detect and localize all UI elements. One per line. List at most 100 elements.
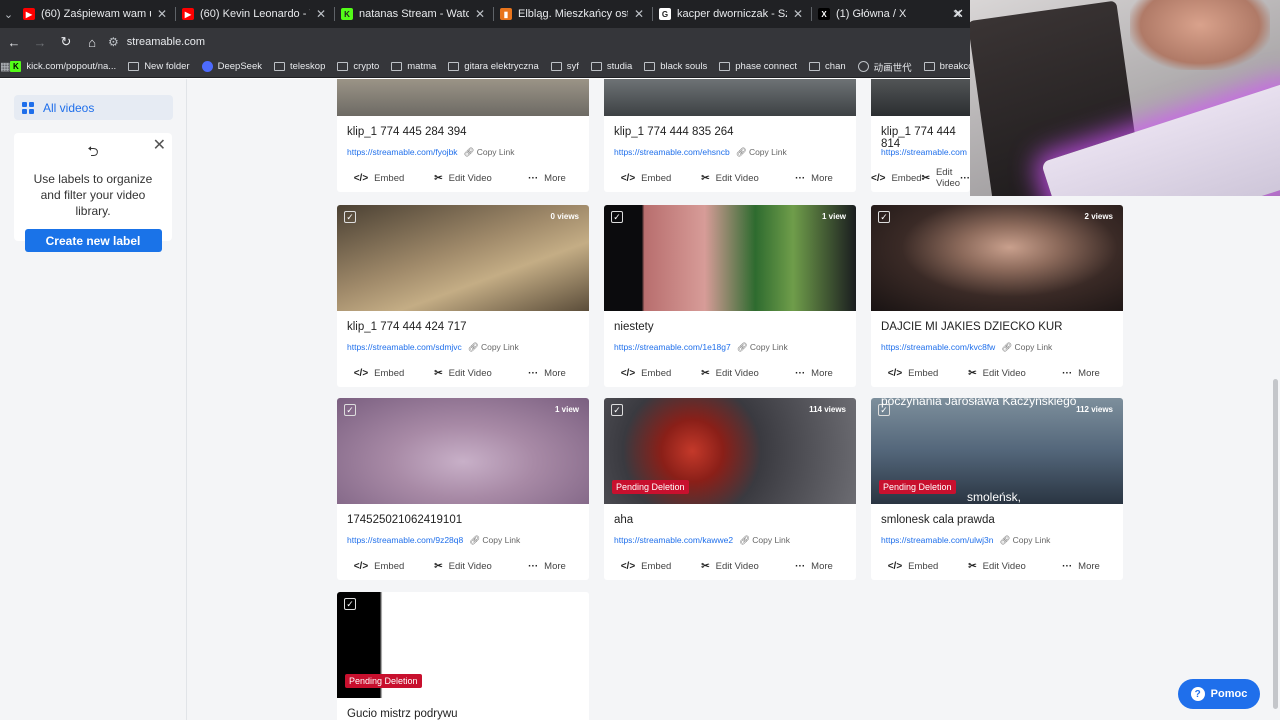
forward-icon[interactable]: → (28, 30, 52, 54)
window-close-icon[interactable]: ✕ (953, 6, 964, 22)
bookmark-item[interactable]: gitara elektryczna (448, 61, 539, 72)
apps-icon[interactable]: ▦ (0, 60, 10, 73)
bookmark-item[interactable]: black souls (644, 61, 707, 72)
select-checkbox[interactable]: ✓ (611, 404, 623, 416)
video-title[interactable]: aha (604, 504, 856, 533)
edit-video-button[interactable]: ✂ Edit Video (922, 167, 961, 189)
video-card[interactable]: ✓ 1 view niestety https://streamable.com/1e… (604, 205, 856, 387)
video-title[interactable]: klip_1 774 444 835 264 (604, 116, 856, 145)
tab-close-icon[interactable]: ✕ (632, 7, 646, 21)
video-card[interactable]: ✓ 114 views Pending Deletion aha https://str… (604, 398, 856, 580)
select-checkbox[interactable]: ✓ (611, 211, 623, 223)
video-thumbnail[interactable] (337, 79, 589, 116)
video-thumbnail[interactable] (604, 79, 856, 116)
copy-link-button[interactable]: 🔗︎ Copy Link (1001, 342, 1052, 353)
create-label-button[interactable]: Create new label (24, 229, 162, 252)
more-button[interactable]: ··· More (505, 561, 589, 572)
embed-button[interactable]: </> Embed (337, 561, 421, 572)
close-icon[interactable]: ✕ (153, 135, 166, 155)
more-button[interactable]: ··· More (772, 368, 856, 379)
page-scrollbar[interactable] (1273, 379, 1278, 709)
video-card[interactable]: ✓ 112 views Pending Deletion smoleńsk, poczy… (871, 398, 1123, 580)
address-bar[interactable]: ⚙ streamable.com (108, 31, 962, 53)
video-title[interactable]: klip_1 774 444 814 (871, 116, 970, 150)
embed-button[interactable]: </> Embed (871, 561, 955, 572)
reload-icon[interactable]: ↻ (54, 30, 78, 54)
more-button[interactable]: ··· More (772, 561, 856, 572)
copy-link-button[interactable]: 🔗︎ Copy Link (739, 535, 790, 546)
video-card[interactable]: klip_1 774 445 284 394 https://streamable… (337, 79, 589, 192)
select-checkbox[interactable]: ✓ (344, 211, 356, 223)
tab-close-icon[interactable]: ✕ (155, 7, 169, 21)
embed-button[interactable]: </> Embed (604, 173, 688, 184)
embed-button[interactable]: </> Embed (604, 368, 688, 379)
embed-button[interactable]: </> Embed (337, 368, 421, 379)
browser-tab[interactable]: ▶ (60) Zaśpiewam wam utwór Bu ✕ (17, 0, 175, 28)
copy-link-button[interactable]: 🔗︎ Copy Link (464, 147, 515, 158)
browser-tab[interactable]: ▮ Elbląg. Mieszkańcy ostrzegają p ✕ (494, 0, 652, 28)
video-url[interactable]: https://streamable.com/1e18g7 (614, 342, 731, 352)
video-card[interactable]: ✓ 2 views DAJCIE MI JAKIES DZIECKO KUR http… (871, 205, 1123, 387)
edit-video-button[interactable]: ✂ Edit Video (955, 561, 1039, 572)
back-icon[interactable]: ← (2, 30, 26, 54)
embed-button[interactable]: </> Embed (337, 173, 421, 184)
video-title[interactable]: niestety (604, 311, 856, 340)
bookmark-item[interactable]: 动画世代 (857, 60, 912, 74)
video-url[interactable]: https://streamable.com/9z28q8 (347, 535, 463, 545)
embed-button[interactable]: </> Embed (604, 561, 688, 572)
edit-video-button[interactable]: ✂ Edit Video (421, 173, 505, 184)
video-thumbnail[interactable]: ✓ 1 view (604, 205, 856, 311)
more-button[interactable]: ··· More (1039, 561, 1123, 572)
help-button[interactable]: ? Pomoc (1178, 679, 1260, 709)
copy-link-button[interactable]: 🔗︎ Copy Link (736, 147, 787, 158)
home-icon[interactable]: ⌂ (80, 30, 104, 54)
video-card[interactable]: ✓ 0 views klip_1 774 444 424 717 https://st… (337, 205, 589, 387)
select-checkbox[interactable]: ✓ (344, 598, 356, 610)
video-title[interactable]: Gucio mistrz podrywu (337, 698, 589, 720)
tab-close-icon[interactable]: ✕ (314, 7, 328, 21)
bookmark-item[interactable]: Kkick.com/popout/na... (10, 61, 116, 72)
video-thumbnail[interactable] (871, 79, 970, 116)
site-settings-icon[interactable]: ⚙ (108, 35, 119, 49)
edit-video-button[interactable]: ✂ Edit Video (688, 368, 772, 379)
browser-tab[interactable]: X (1) Główna / X ✕ (812, 0, 970, 28)
copy-link-button[interactable]: 🔗︎ Copy Link (469, 535, 520, 546)
video-card[interactable]: ✓ Pending Deletion Gucio mistrz podrywu (337, 592, 589, 720)
video-card[interactable]: klip_1 774 444 814 https://streamable.com… (871, 79, 970, 192)
bookmark-item[interactable]: New folder (128, 61, 190, 72)
video-title[interactable]: 174525021062419101 (337, 504, 589, 533)
video-card[interactable]: ✓ 1 view 174525021062419101 https://streama… (337, 398, 589, 580)
video-thumbnail[interactable]: ✓ 0 views (337, 205, 589, 311)
video-url[interactable]: https://streamable.com/fyojbk (347, 147, 458, 157)
browser-tab[interactable]: ▶ (60) Kevin Leonardo - YouTube ✕ (176, 0, 334, 28)
browser-tab[interactable]: Knatanas Stream - Watch Live o ✕ (335, 0, 493, 28)
video-title[interactable]: klip_1 774 445 284 394 (337, 116, 589, 145)
video-thumbnail[interactable]: ✓ 1 view (337, 398, 589, 504)
video-title[interactable]: klip_1 774 444 424 717 (337, 311, 589, 340)
tab-search-icon[interactable]: ⌄ (0, 0, 17, 28)
edit-video-button[interactable]: ✂ Edit Video (688, 173, 772, 184)
video-card[interactable]: klip_1 774 444 835 264 https://streamable… (604, 79, 856, 192)
video-url[interactable]: https://streamable.com/ehsncb (614, 147, 730, 157)
bookmark-item[interactable]: breakcore (923, 61, 970, 72)
select-checkbox[interactable]: ✓ (344, 404, 356, 416)
more-button[interactable]: ··· More (1039, 368, 1123, 379)
video-url[interactable]: https://streamable.com/kvc8fw (881, 342, 995, 352)
tab-close-icon[interactable]: ✕ (791, 7, 805, 21)
bookmark-item[interactable]: chan (809, 61, 846, 72)
bookmark-item[interactable]: studia (590, 61, 632, 72)
bookmark-item[interactable]: phase connect (719, 61, 797, 72)
bookmark-item[interactable]: teleskop (273, 61, 325, 72)
video-thumbnail[interactable]: ✓ Pending Deletion (337, 592, 589, 698)
more-button[interactable]: ··· More (772, 173, 856, 184)
bookmark-item[interactable]: syf (550, 61, 579, 72)
video-thumbnail[interactable]: ✓ 2 views (871, 205, 1123, 311)
video-url[interactable]: https://streamable.com (881, 147, 967, 157)
embed-button[interactable]: </> Embed (871, 173, 922, 184)
video-thumbnail[interactable]: ✓ 112 views Pending Deletion smoleńsk, poczy… (871, 398, 1123, 504)
copy-link-button[interactable]: 🔗︎ Copy Link (468, 342, 519, 353)
bookmark-item[interactable]: matma (391, 61, 436, 72)
video-url[interactable]: https://streamable.com/kawwe2 (614, 535, 733, 545)
embed-button[interactable]: </> Embed (871, 368, 955, 379)
select-checkbox[interactable]: ✓ (878, 211, 890, 223)
